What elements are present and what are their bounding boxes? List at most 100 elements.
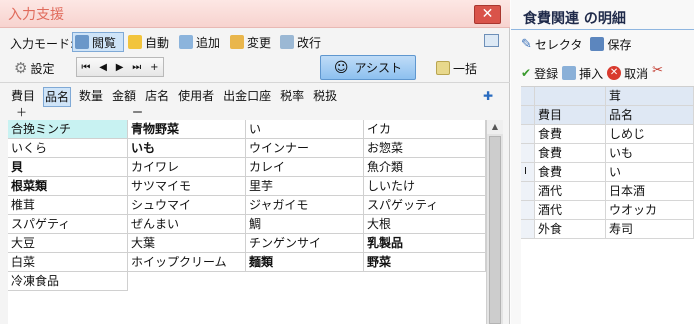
grid-cell[interactable]: カレイ bbox=[246, 158, 364, 177]
mode-auto-button[interactable]: 自動 bbox=[128, 32, 169, 52]
grid-cell[interactable]: 魚介類 bbox=[364, 158, 486, 177]
cancel-button[interactable]: ✕ 取消 bbox=[607, 63, 648, 83]
grid-cell[interactable]: ウインナー bbox=[246, 139, 364, 158]
row-category[interactable]: 食費 bbox=[535, 163, 606, 182]
input-mode-label: 入力モード: bbox=[10, 37, 75, 51]
insert-button[interactable]: 挿入 bbox=[562, 63, 603, 83]
grid-cell[interactable]: カイワレ bbox=[128, 158, 246, 177]
row-name[interactable]: ウオッカ bbox=[606, 201, 694, 220]
column-header-name[interactable]: 品名 bbox=[606, 106, 694, 125]
grid-cell[interactable]: い bbox=[246, 120, 364, 139]
grid-cell[interactable]: 貝 bbox=[8, 158, 128, 177]
mode-edit-label: 変更 bbox=[247, 35, 272, 50]
field-option[interactable]: 品名 bbox=[43, 87, 72, 107]
grid-cell[interactable]: しいたけ bbox=[364, 177, 486, 196]
grid-cell[interactable]: ぜんまい bbox=[128, 215, 246, 234]
detail-row[interactable]: 酒代 ウオッカ bbox=[521, 201, 694, 220]
detail-row[interactable]: I 食費い bbox=[521, 163, 694, 182]
next-record-icon[interactable]: ▶ bbox=[116, 62, 124, 73]
field-option[interactable]: 出金口座 bbox=[222, 87, 272, 107]
grid-cell[interactable]: スパゲティ bbox=[8, 215, 128, 234]
row-category[interactable]: 外食 bbox=[535, 220, 606, 239]
candidate-grid: 合挽ミンチ 青物野菜いイカいくら いも ウインナー お惣菜貝カイワレ カレイ 魚介類根菜類サ… bbox=[8, 120, 486, 324]
grid-cell[interactable]: ジャガイモ bbox=[246, 196, 364, 215]
add-icon bbox=[179, 35, 193, 49]
grid-cell[interactable]: 合挽ミンチ bbox=[8, 120, 128, 139]
save-button[interactable]: 保存 bbox=[590, 34, 631, 54]
row-name[interactable]: 日本酒 bbox=[606, 182, 694, 201]
grid-cell[interactable]: 根菜類 bbox=[8, 177, 128, 196]
grid-cell[interactable]: いくら bbox=[8, 139, 128, 158]
pin-icon[interactable]: ✚ bbox=[483, 89, 493, 103]
assist-button[interactable]: ☺ アシスト bbox=[320, 55, 416, 80]
grid-cell[interactable]: ホイップクリーム bbox=[128, 253, 246, 272]
grid-cell[interactable]: 大根 bbox=[364, 215, 486, 234]
grid-cell[interactable]: お惣菜 bbox=[364, 139, 486, 158]
prev-record-icon[interactable]: ◀ bbox=[99, 62, 107, 73]
bulk-button[interactable]: 一括 bbox=[436, 58, 477, 78]
grid-cell[interactable]: 麺類 bbox=[246, 253, 364, 272]
person-icon: ☺ bbox=[333, 59, 349, 76]
grid-cell[interactable]: スパゲッティ bbox=[364, 196, 486, 215]
field-option[interactable]: 店名 bbox=[144, 87, 170, 107]
new-record-icon[interactable]: + bbox=[150, 62, 158, 73]
mode-edit-button[interactable]: 変更 bbox=[230, 32, 271, 52]
detail-row[interactable]: 酒代 日本酒 bbox=[521, 182, 694, 201]
column-header-category[interactable]: 費目 bbox=[535, 106, 606, 125]
grid-cell[interactable]: 里芋 bbox=[246, 177, 364, 196]
mode-newline-button[interactable]: 改行 bbox=[280, 32, 321, 52]
grid-cell[interactable]: シュウマイ bbox=[128, 196, 246, 215]
register-button[interactable]: ✔ 登録 bbox=[521, 63, 558, 83]
detail-row[interactable]: 食費 しめじ bbox=[521, 125, 694, 144]
remove-row-icon[interactable]: ー bbox=[132, 104, 143, 120]
newline-icon bbox=[280, 35, 294, 49]
close-button[interactable]: ✕ bbox=[474, 5, 501, 24]
row-name[interactable]: 寿司 bbox=[606, 220, 694, 239]
last-record-icon[interactable]: ⏭ bbox=[132, 62, 141, 73]
grid-cell[interactable]: いも bbox=[128, 139, 246, 158]
scroll-thumb[interactable] bbox=[489, 136, 501, 324]
detail-row[interactable]: 外食 寿司 bbox=[521, 220, 694, 239]
add-row-icon[interactable]: ＋ bbox=[16, 104, 27, 120]
window-restore-icon[interactable] bbox=[484, 34, 499, 47]
grid-cell[interactable]: 青物野菜 bbox=[128, 120, 246, 139]
record-navigator: ⏮ ◀ ▶ ⏭ + bbox=[76, 57, 164, 77]
row-category[interactable]: 食費 bbox=[535, 125, 606, 144]
row-name[interactable]: しめじ bbox=[606, 125, 694, 144]
grid-cell[interactable]: サツマイモ bbox=[128, 177, 246, 196]
detail-row[interactable]: 食費 いも bbox=[521, 144, 694, 163]
grid-cell[interactable]: 乳製品 bbox=[364, 234, 486, 253]
grid-cell[interactable]: 椎茸 bbox=[8, 196, 128, 215]
row-category[interactable]: 酒代 bbox=[535, 201, 606, 220]
cut-icon[interactable]: ✂ bbox=[652, 63, 663, 83]
grid-cell[interactable]: 鯛 bbox=[246, 215, 364, 234]
dialog-titlebar[interactable]: 入力支援 ✕ bbox=[0, 0, 510, 28]
grid-cell[interactable]: 白菜 bbox=[8, 253, 128, 272]
grid-cell[interactable]: イカ bbox=[364, 120, 486, 139]
grid-cell[interactable]: 冷凍食品 bbox=[8, 272, 128, 291]
grid-cell[interactable]: チンゲンサイ bbox=[246, 234, 364, 253]
grid-cell[interactable]: 野菜 bbox=[364, 253, 486, 272]
row-name[interactable]: いも bbox=[606, 144, 694, 163]
grid-cell[interactable]: 大豆 bbox=[8, 234, 128, 253]
selector-button[interactable]: ✎ セレクタ bbox=[521, 34, 582, 54]
header-corner bbox=[521, 87, 535, 106]
header-top-label: 茸 bbox=[606, 87, 694, 106]
field-option[interactable]: 数量 bbox=[78, 87, 104, 107]
row-name[interactable]: い bbox=[606, 163, 694, 182]
mode-browse-button[interactable]: 閲覧 bbox=[72, 32, 124, 52]
field-option[interactable]: 税率 bbox=[279, 87, 305, 107]
field-option[interactable]: 税扱 bbox=[312, 87, 338, 107]
grid-scrollbar[interactable]: ▲ bbox=[486, 120, 503, 324]
mode-add-button[interactable]: 追加 bbox=[179, 32, 220, 52]
first-record-icon[interactable]: ⏮ bbox=[81, 62, 90, 73]
row-category[interactable]: 食費 bbox=[535, 144, 606, 163]
settings-button[interactable]: ⚙ 設定 bbox=[14, 58, 54, 78]
row-controls: ＋ ー bbox=[8, 106, 498, 120]
row-category[interactable]: 酒代 bbox=[535, 182, 606, 201]
detail-toolbar-bottom: ✔ 登録 挿入 ✕ 取消 ✂ bbox=[521, 63, 663, 83]
mode-newline-label: 改行 bbox=[297, 35, 322, 50]
scroll-up-icon[interactable]: ▲ bbox=[487, 120, 503, 134]
grid-cell[interactable]: 大葉 bbox=[128, 234, 246, 253]
field-option[interactable]: 使用者 bbox=[177, 87, 215, 107]
